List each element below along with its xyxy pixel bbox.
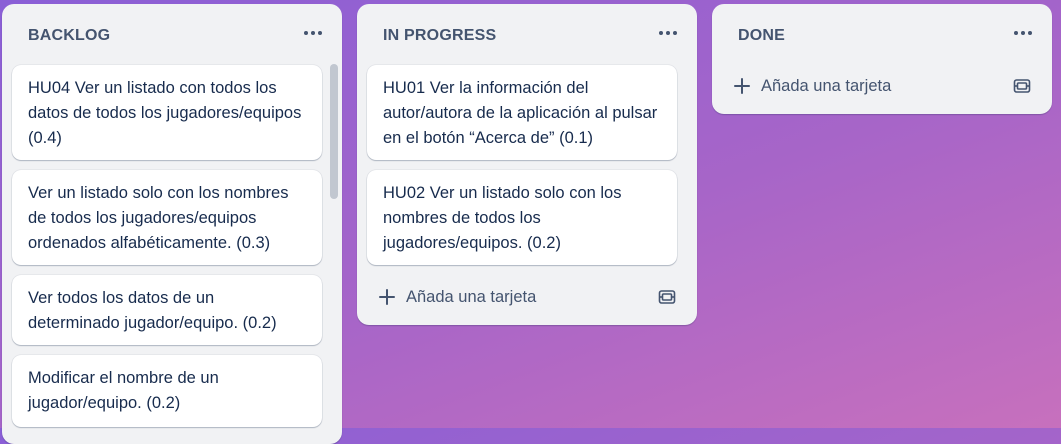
list-menu-button[interactable] [1010,20,1036,46]
more-horizontal-icon [304,31,308,35]
card-template-icon[interactable] [1012,76,1032,96]
card[interactable]: Modificar el nombre de un jugador/equipo… [12,355,322,427]
card[interactable]: HU01 Ver la información del autor/autora… [367,65,677,160]
card[interactable]: HU04 Ver un listado con todos los datos … [12,65,322,160]
card-title: Ver todos los datos de un determinado ju… [28,289,277,332]
list-done: DONE Añada una tarjeta [712,4,1052,114]
card-title: Modificar el nombre de un jugador/equipo… [28,369,219,412]
card-title: HU04 Ver un listado con todos los datos … [28,79,302,147]
list-in-progress: IN PROGRESS HU01 Ver la información del … [357,4,697,325]
card-title: HU02 Ver un listado solo con los nombres… [383,184,622,252]
list-title[interactable]: BACKLOG [28,26,110,46]
plus-icon [379,289,395,305]
card[interactable]: Ver todos los datos de un determinado ju… [12,275,322,345]
plus-icon [734,78,750,94]
add-card-label: Añada una tarjeta [406,287,537,306]
more-horizontal-icon [659,31,663,35]
card[interactable]: Ver un listado solo con los nombres de t… [12,170,322,265]
more-horizontal-icon [1014,31,1018,35]
list-menu-button[interactable] [300,20,326,46]
list-menu-button[interactable] [655,20,681,46]
list-title[interactable]: DONE [738,26,785,46]
list-title[interactable]: IN PROGRESS [383,26,496,46]
card-template-icon[interactable] [657,287,677,307]
add-card-label: Añada una tarjeta [761,76,892,95]
scrollbar-thumb[interactable] [330,64,338,199]
add-card-button[interactable]: Añada una tarjeta [722,70,1040,102]
card-title: Ver un listado solo con los nombres de t… [28,184,289,252]
add-card-button[interactable]: Añada una tarjeta [367,281,685,313]
list-scrollbar[interactable] [329,64,338,444]
card[interactable]: HU02 Ver un listado solo con los nombres… [367,170,677,265]
card-title: HU01 Ver la información del autor/autora… [383,79,658,147]
list-backlog: BACKLOG HU04 Ver un listado con todos lo… [2,4,342,444]
